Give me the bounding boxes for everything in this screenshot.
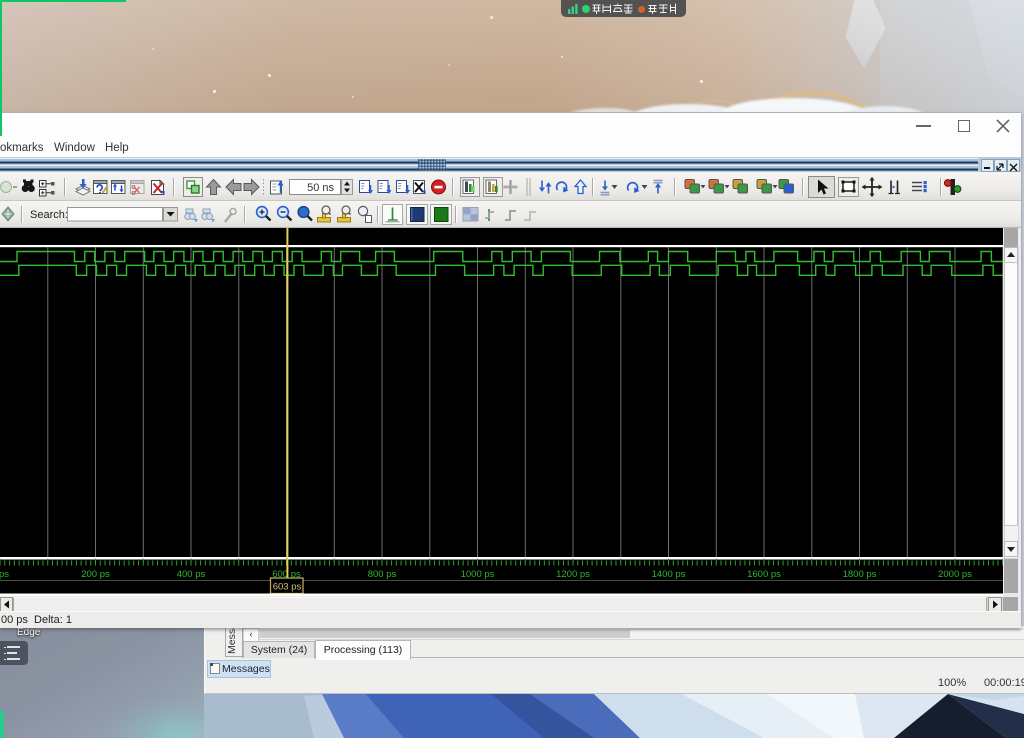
svg-text:603 ps: 603 ps	[273, 582, 302, 593]
svg-text:1600 ps: 1600 ps	[747, 569, 781, 580]
svg-text:Search:: Search:	[30, 209, 68, 221]
svg-text:1200 ps: 1200 ps	[556, 569, 590, 580]
svg-text:0 ps: 0 ps	[0, 569, 9, 580]
svg-text:800 ps: 800 ps	[368, 569, 397, 580]
svg-text:200 ps: 200 ps	[81, 569, 110, 580]
svg-text:2000 ps: 2000 ps	[938, 569, 972, 580]
svg-text:1400 ps: 1400 ps	[652, 569, 686, 580]
svg-text:1000 ps: 1000 ps	[461, 569, 495, 580]
svg-text:400 ps: 400 ps	[177, 569, 206, 580]
svg-text:1800 ps: 1800 ps	[843, 569, 877, 580]
svg-text:50 ns: 50 ns	[307, 182, 334, 194]
